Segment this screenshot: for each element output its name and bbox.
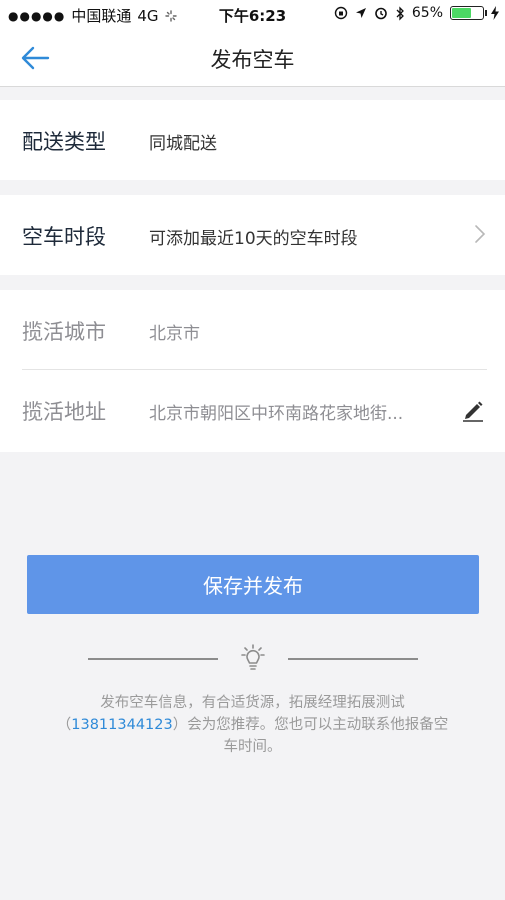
- delivery-type-label: 配送类型: [22, 130, 106, 154]
- back-button[interactable]: [18, 42, 54, 74]
- delivery-type-section: 配送类型 同城配送: [0, 100, 505, 180]
- pickup-address-row[interactable]: 揽活地址 北京市朝阳区中环南路花家地街...: [0, 370, 505, 452]
- chevron-right-icon: [475, 225, 486, 243]
- hint-divider-left: [88, 658, 218, 660]
- hint-text-after: ）会为您推荐。您也可以主动联系他报备空车时间。: [172, 717, 449, 755]
- pickup-city-row: 揽活城市 北京市: [0, 290, 505, 370]
- manager-phone-link[interactable]: 13811344123: [71, 717, 172, 733]
- pickup-address-value: 北京市朝阳区中环南路花家地街...: [149, 404, 404, 424]
- back-arrow-icon: [21, 46, 50, 70]
- empty-period-row[interactable]: 空车时段 可添加最近10天的空车时段: [0, 195, 505, 275]
- charging-icon: [491, 6, 499, 20]
- empty-period-value: 可添加最近10天的空车时段: [149, 229, 358, 249]
- lightbulb-icon: [241, 644, 265, 670]
- location-icon: [355, 8, 366, 18]
- pickup-address-label: 揽活地址: [22, 400, 106, 424]
- pickup-city-label: 揽活城市: [22, 320, 106, 344]
- battery-percent: 65%: [411, 5, 443, 21]
- page-title: 发布空车: [210, 48, 295, 72]
- battery-fill: [452, 8, 471, 18]
- delivery-type-value: 同城配送: [149, 134, 217, 154]
- delivery-type-row[interactable]: 配送类型 同城配送: [0, 100, 505, 180]
- alarm-icon: [375, 7, 387, 20]
- hint-text: 发布空车信息，有合适货源，拓展经理拓展测试（13811344123）会为您推荐。…: [55, 692, 450, 758]
- status-bar: ●●●●● 中国联通 4G 下午6:23 65%: [0, 0, 505, 30]
- rotation-lock-icon: [334, 6, 348, 20]
- pickup-section: 揽活城市 北京市 揽活地址 北京市朝阳区中环南路花家地街...: [0, 290, 505, 452]
- status-right: 65%: [334, 5, 499, 21]
- save-and-publish-button[interactable]: 保存并发布: [27, 555, 479, 614]
- bluetooth-icon: [396, 5, 404, 21]
- battery-icon: [450, 6, 487, 20]
- pickup-city-value: 北京市: [149, 324, 200, 344]
- empty-period-label: 空车时段: [22, 225, 106, 249]
- edit-pencil-icon[interactable]: [461, 398, 485, 422]
- hint-divider-right: [288, 658, 418, 660]
- navigation-bar: 发布空车: [0, 30, 505, 87]
- empty-period-section: 空车时段 可添加最近10天的空车时段: [0, 195, 505, 275]
